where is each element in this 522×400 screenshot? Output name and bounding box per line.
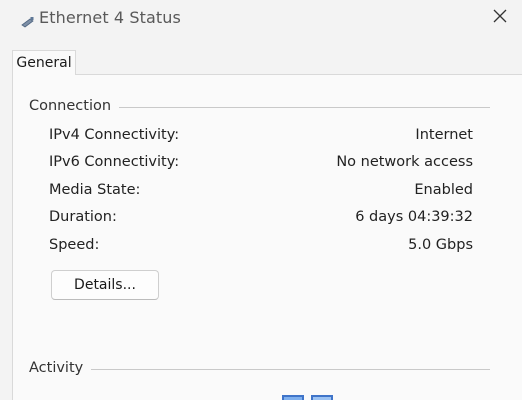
activity-divider: [90, 369, 490, 370]
duration-label: Duration:: [49, 209, 117, 225]
media-state-value: Enabled: [414, 182, 473, 198]
ipv4-connectivity-value: Internet: [415, 127, 473, 143]
activity-heading: Activity: [29, 360, 92, 376]
ipv4-connectivity-label: IPv4 Connectivity:: [49, 127, 180, 143]
close-icon: [492, 8, 508, 28]
details-button[interactable]: Details...: [51, 270, 159, 300]
connection-divider: [118, 107, 490, 108]
ipv6-connectivity-value: No network access: [336, 154, 473, 170]
speed-label: Speed:: [49, 237, 100, 253]
window-title: Ethernet 4 Status: [39, 8, 181, 27]
close-button[interactable]: [482, 2, 518, 34]
speed-value: 5.0 Gbps: [408, 237, 473, 253]
ethernet-icon: [21, 13, 35, 28]
ipv6-connectivity-label: IPv6 Connectivity:: [49, 154, 180, 170]
network-computers-icon: [282, 391, 334, 400]
tab-general[interactable]: General: [12, 50, 76, 75]
title-bar: Ethernet 4 Status: [0, 0, 522, 36]
connection-heading: Connection: [29, 98, 120, 114]
media-state-label: Media State:: [49, 182, 141, 198]
duration-value: 6 days 04:39:32: [355, 209, 473, 225]
status-window: Ethernet 4 Status General Connection IPv…: [0, 0, 522, 400]
